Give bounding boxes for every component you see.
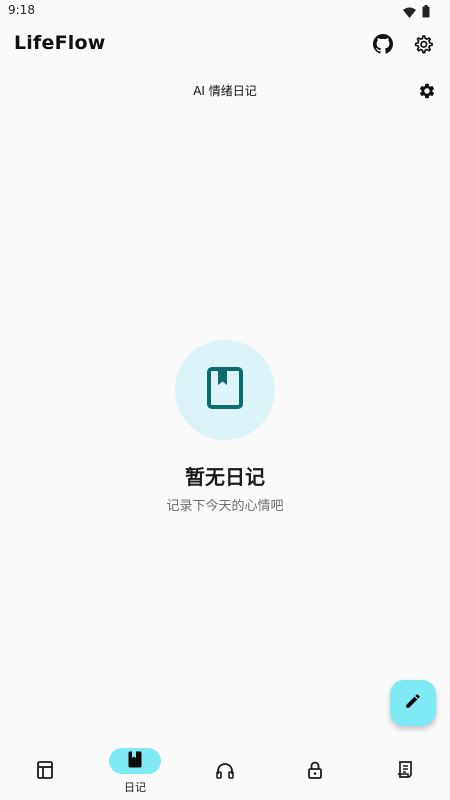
book-icon: [206, 366, 244, 414]
nav-item-calendar[interactable]: [0, 740, 90, 800]
section-title: AI 情绪日记: [193, 84, 257, 98]
calendar-icon: [19, 758, 71, 782]
nav-label-diary: 日记: [124, 781, 146, 794]
gear-icon[interactable]: [411, 32, 435, 56]
settings-gear-icon[interactable]: [416, 80, 438, 102]
headphones-icon: [199, 758, 251, 782]
nav-item-notes[interactable]: [360, 740, 450, 800]
lock-icon: [289, 758, 341, 782]
app-bar: LifeFlow: [0, 22, 450, 66]
section-header: AI 情绪日记: [0, 78, 450, 104]
empty-state-subtitle: 记录下今天的心情吧: [166, 499, 284, 514]
battery-icon: [422, 3, 430, 22]
receipt-icon: [379, 758, 431, 782]
book-icon: [128, 751, 142, 772]
pencil-icon: [404, 692, 422, 714]
app-title: LifeFlow: [14, 32, 106, 54]
nav-item-diary[interactable]: 日记: [90, 740, 180, 800]
status-bar: 9:18: [0, 0, 450, 22]
status-icons: [403, 3, 430, 22]
nav-item-music[interactable]: [180, 740, 270, 800]
empty-state-illustration: [175, 340, 275, 440]
wifi-icon: [403, 3, 416, 22]
github-icon[interactable]: [371, 32, 395, 56]
status-time: 9:18: [8, 3, 35, 17]
empty-state-title: 暂无日记: [185, 465, 265, 489]
bottom-nav: 日记: [0, 740, 450, 800]
screen: 9:18 LifeFlow AI 情绪日记 暂无日记 记录下今天的心情吧 日记: [0, 0, 450, 800]
nav-active-indicator: [109, 748, 161, 774]
new-diary-button[interactable]: [390, 680, 436, 726]
nav-item-lock[interactable]: [270, 740, 360, 800]
